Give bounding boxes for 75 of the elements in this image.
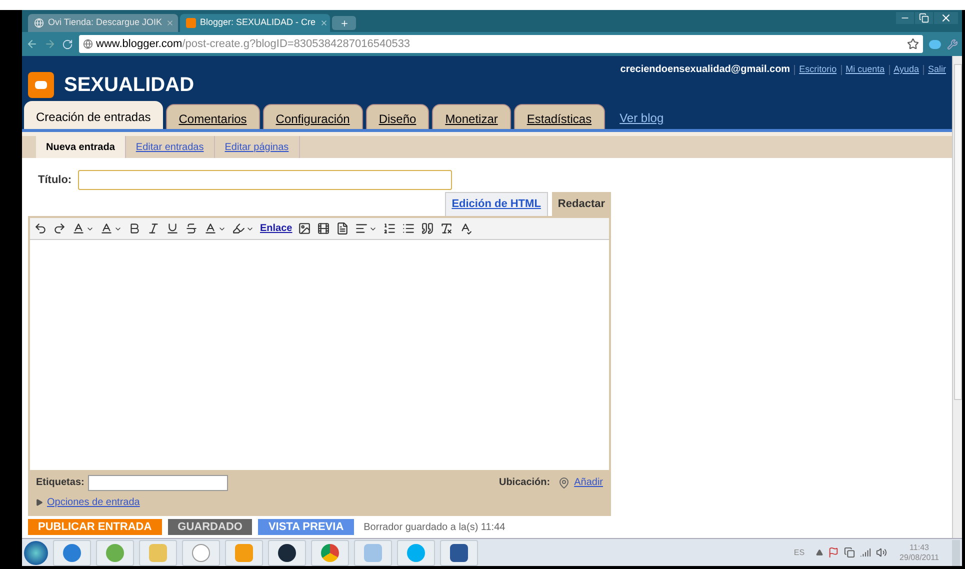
sub-tab[interactable]: Editar páginas	[214, 136, 300, 158]
numbered-list-icon[interactable]	[383, 222, 396, 235]
sub-tab[interactable]: Nueva entrada	[36, 136, 126, 158]
editor-mode-tab[interactable]: Redactar	[552, 192, 611, 216]
location-label: Ubicación:	[498, 476, 550, 490]
nav-tab[interactable]: Creación de entradas	[24, 101, 163, 129]
header-link[interactable]: Mi cuenta	[846, 62, 885, 76]
url-path: /post-create.g?blogID=8305384287016540533	[182, 36, 410, 52]
add-location-link[interactable]: Añadir	[574, 475, 603, 490]
nav-tab[interactable]: Configuración	[262, 104, 363, 129]
spellcheck-icon[interactable]	[459, 222, 472, 235]
plus-icon	[340, 18, 348, 28]
text-size-icon[interactable]	[100, 222, 113, 235]
sub-tab[interactable]: Editar entradas	[126, 136, 215, 158]
blog-title: SEXUALIDAD	[64, 73, 194, 98]
draft-status: Borrador guardado a la(s) 11:44	[364, 520, 506, 534]
restore-icon[interactable]	[915, 12, 933, 24]
close-icon[interactable]	[320, 19, 328, 27]
map-icon	[558, 476, 570, 488]
bold-icon[interactable]	[128, 222, 141, 235]
b-logo-icon	[186, 18, 196, 28]
highlighter-icon[interactable]	[232, 222, 245, 235]
circle-logo-icon[interactable]	[278, 544, 296, 562]
expand-triangle-icon[interactable]	[36, 498, 43, 506]
back-icon[interactable]	[26, 38, 38, 50]
action-button[interactable]: GUARDADO	[168, 519, 252, 535]
header-link[interactable]: Escritorio	[799, 62, 837, 76]
quote-icon[interactable]	[421, 222, 434, 235]
b-logo-icon	[28, 72, 54, 98]
nav-tab[interactable]: Comentarios	[166, 104, 260, 129]
link-button[interactable]: Enlace	[260, 221, 292, 236]
url-domain: www.blogger.com	[96, 36, 182, 52]
nav-tab[interactable]: Diseño	[366, 104, 430, 129]
align-icon[interactable]	[355, 222, 368, 235]
close-icon[interactable]	[934, 12, 958, 24]
tray-arrow-icon[interactable]	[816, 549, 823, 556]
bullet-list-icon[interactable]	[402, 222, 416, 235]
nav-tab[interactable]: Estadísticas	[514, 104, 605, 129]
speaker-icon[interactable]	[876, 547, 887, 558]
new-tab-button[interactable]	[332, 16, 356, 30]
underline-icon[interactable]	[166, 222, 179, 235]
globe-icon	[83, 39, 93, 49]
page-icon[interactable]	[336, 222, 350, 235]
undo-icon[interactable]	[34, 222, 47, 235]
italic-icon[interactable]	[147, 222, 160, 235]
image-icon[interactable]	[298, 222, 312, 235]
minimize-icon[interactable]	[896, 12, 914, 24]
font-icon[interactable]	[72, 222, 85, 235]
redo-icon[interactable]	[53, 222, 66, 235]
tags-label: Etiquetas:	[36, 476, 84, 490]
video-icon[interactable]	[317, 222, 330, 235]
header-link[interactable]: Salir	[928, 62, 946, 76]
flag-icon[interactable]	[828, 547, 839, 558]
clock-date: 29/08/2011	[900, 552, 939, 562]
clear-format-icon[interactable]	[440, 222, 454, 235]
nav-tab[interactable]: Monetizar	[432, 104, 511, 129]
reload-icon[interactable]	[62, 38, 73, 50]
strikethrough-icon[interactable]	[185, 222, 198, 235]
view-blog-link[interactable]: Ver blog	[620, 109, 664, 129]
text-color-icon[interactable]	[204, 222, 217, 235]
tags-input[interactable]	[88, 474, 228, 490]
start-button[interactable]	[24, 540, 48, 564]
title-input[interactable]	[78, 170, 452, 190]
chrome-icon[interactable]	[321, 544, 339, 562]
address-bar[interactable]: www.blogger.com/post-create.g?blogID=8305384287016540533	[79, 35, 923, 53]
clock-time: 11:43	[910, 542, 929, 552]
header-link[interactable]: Ayuda	[894, 62, 919, 76]
editor-mode-tab[interactable]: Edición de HTML	[444, 192, 548, 216]
title-label: Título:	[38, 172, 72, 188]
editor-frame[interactable]: Enlace Etiquetas: Ubicación: Añadir Opciones de entrada	[28, 216, 611, 516]
browser-tab[interactable]: Blogger: SEXUALIDAD - Cre	[180, 14, 330, 32]
account-email: creciendoensexualidad@gmail.com	[620, 63, 790, 77]
star-icon[interactable]	[907, 38, 919, 50]
post-options-link[interactable]: Opciones de entrada	[47, 494, 140, 510]
globe-icon	[34, 18, 44, 28]
